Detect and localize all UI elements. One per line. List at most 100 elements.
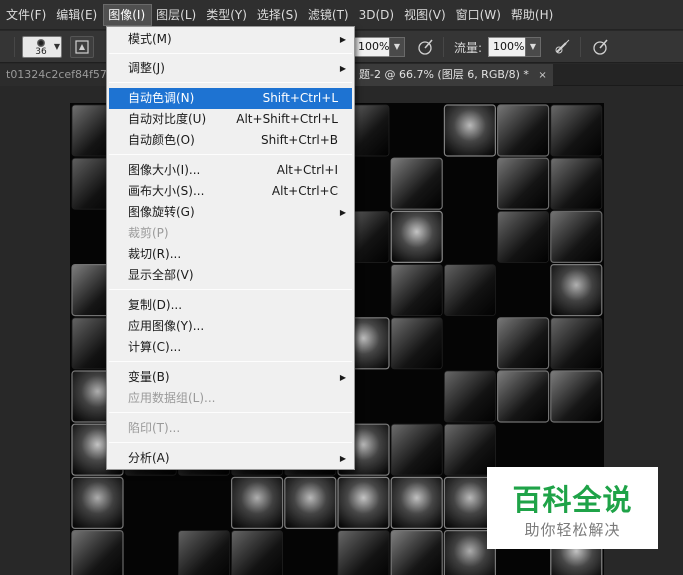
menu-separator [109, 442, 352, 443]
menu-separator [109, 154, 352, 155]
canvas-tile [443, 104, 496, 157]
opacity-dropdown[interactable]: ▼ [389, 37, 405, 57]
watermark-logo: 百科全说 助你轻松解决 [487, 467, 658, 549]
canvas-tile [71, 530, 124, 575]
menu-item-label: 图像大小(I)... [128, 163, 201, 177]
options-separator [580, 37, 581, 57]
canvas-tile [390, 530, 443, 575]
menu-type[interactable]: 类型(Y) [202, 4, 253, 26]
menu-separator [109, 53, 352, 54]
canvas-tile [284, 476, 337, 529]
menu-item-analysis[interactable]: 分析(A) ▶ [109, 448, 352, 469]
menu-item-mode[interactable]: 模式(M) ▶ [109, 29, 352, 50]
canvas-tile [390, 423, 443, 476]
menu-image[interactable]: 图像(I) [103, 3, 153, 26]
menu-item-calculations[interactable]: 计算(C)... [109, 337, 352, 358]
menu-filter[interactable]: 滤镜(T) [304, 4, 355, 26]
airbrush-button[interactable] [552, 36, 574, 58]
menu-separator [109, 82, 352, 83]
canvas-tile [71, 476, 124, 529]
menu-item-adjustments[interactable]: 调整(J) ▶ [109, 58, 352, 79]
tab-label: 题-2 @ 66.7% (图层 6, RGB/8) * [359, 68, 529, 81]
menu-item-reveal-all[interactable]: 显示全部(V) [109, 265, 352, 286]
flow-label: 流量: [454, 41, 483, 55]
brush-preset-picker[interactable]: 36 ▼ [22, 36, 62, 58]
chevron-down-icon: ▼ [53, 42, 60, 51]
menu-item-label: 裁剪(P) [128, 226, 169, 240]
canvas-tile [550, 210, 603, 264]
canvas-tile [337, 476, 390, 529]
submenu-arrow-icon: ▶ [339, 35, 346, 44]
menu-item-auto-color[interactable]: 自动颜色(O) Shift+Ctrl+B [109, 130, 352, 151]
menu-item-canvas-size[interactable]: 画布大小(S)... Alt+Ctrl+C [109, 181, 352, 202]
pressure-opacity-button[interactable] [415, 36, 437, 58]
menu-view[interactable]: 视图(V) [400, 4, 452, 26]
submenu-arrow-icon: ▶ [339, 454, 346, 463]
canvas-tile [550, 157, 603, 210]
canvas-tile [443, 264, 496, 317]
canvas-tile [231, 530, 283, 575]
menu-item-trim[interactable]: 裁切(R)... [109, 244, 352, 265]
menu-file[interactable]: 文件(F) [2, 4, 52, 26]
brush-size-value: 36 [35, 47, 47, 57]
menu-item-auto-contrast[interactable]: 自动对比度(U) Alt+Shift+Ctrl+L [109, 109, 352, 130]
menu-item-label: 计算(C)... [128, 340, 182, 354]
menu-item-image-rotation[interactable]: 图像旋转(G) ▶ [109, 202, 352, 223]
canvas-tile [443, 370, 496, 423]
tab-document-2[interactable]: 题-2 @ 66.7% (图层 6, RGB/8) * × [352, 64, 553, 86]
watermark-title: 百科全说 [512, 483, 633, 517]
menu-item-label: 变量(B) [128, 370, 170, 384]
menu-item-label: 自动色调(N) [128, 91, 195, 105]
submenu-arrow-icon: ▶ [339, 208, 346, 217]
menu-item-apply-image[interactable]: 应用图像(Y)... [109, 316, 352, 337]
tab-document-1[interactable]: t01324c2cef84f57 [0, 64, 106, 86]
canvas-tile [390, 317, 443, 370]
menu-layer[interactable]: 图层(L) [152, 4, 202, 26]
menu-edit[interactable]: 编辑(E) [52, 4, 103, 26]
menu-item-label: 复制(D)... [128, 298, 183, 312]
tab-label: t01324c2cef84f57 [6, 68, 106, 81]
menu-item-variables[interactable]: 变量(B) ▶ [109, 367, 352, 388]
canvas-tile [550, 317, 603, 370]
menu-item-trap: 陷印(T)... [109, 418, 352, 439]
brush-panel-icon [75, 40, 89, 54]
menu-item-shortcut: Alt+Ctrl+C [271, 184, 338, 198]
submenu-arrow-icon: ▶ [339, 373, 346, 382]
canvas-tile [390, 157, 443, 210]
pressure-size-button[interactable] [590, 36, 612, 58]
menu-item-label: 应用数据组(L)... [128, 391, 216, 405]
canvas-tile [390, 476, 443, 529]
menu-separator [109, 361, 352, 362]
menu-item-duplicate[interactable]: 复制(D)... [109, 295, 352, 316]
menu-item-auto-tone[interactable]: 自动色调(N) Shift+Ctrl+L [109, 88, 352, 109]
menu-item-shortcut: Shift+Ctrl+L [262, 91, 338, 105]
flow-dropdown[interactable]: ▼ [525, 37, 541, 57]
menu-window[interactable]: 窗口(W) [452, 4, 507, 26]
menu-item-shortcut: Shift+Ctrl+B [261, 133, 338, 147]
airbrush-icon [555, 39, 570, 54]
menu-item-image-size[interactable]: 图像大小(I)... Alt+Ctrl+I [109, 160, 352, 181]
menu-item-label: 图像旋转(G) [128, 205, 195, 219]
brush-preset-icon [37, 39, 45, 47]
canvas-tile [497, 317, 550, 370]
canvas-tile [231, 476, 284, 529]
canvas-tile [550, 104, 603, 157]
menu-item-label: 模式(M) [128, 32, 172, 46]
submenu-arrow-icon: ▶ [339, 64, 346, 73]
menu-item-label: 分析(A) [128, 451, 170, 465]
menu-item-label: 裁切(R)... [128, 247, 182, 261]
menu-item-label: 调整(J) [128, 61, 165, 75]
menu-select[interactable]: 选择(S) [253, 4, 304, 26]
menu-help[interactable]: 帮助(H) [507, 4, 559, 26]
close-icon[interactable]: × [538, 70, 546, 81]
canvas-tile [497, 157, 550, 210]
menu-item-crop: 裁剪(P) [109, 223, 352, 244]
options-separator [14, 37, 15, 57]
canvas-tile [550, 264, 603, 317]
menu-3d[interactable]: 3D(D) [355, 4, 400, 26]
canvas-tile [178, 530, 230, 575]
pressure-icon [593, 39, 608, 55]
options-separator [443, 37, 444, 57]
brush-panel-button[interactable] [70, 36, 94, 58]
canvas-tile [497, 104, 550, 157]
